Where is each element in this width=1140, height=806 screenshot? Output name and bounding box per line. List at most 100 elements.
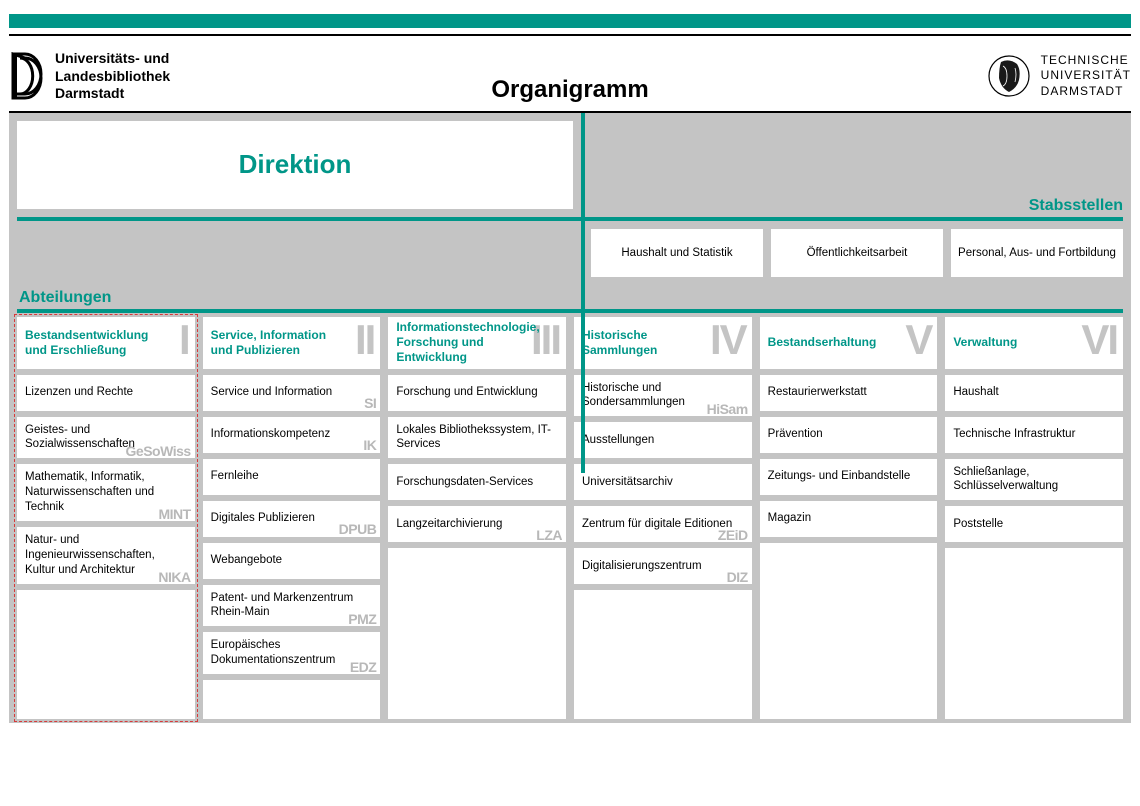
abteilungen-label: Abteilungen <box>19 289 111 307</box>
roman-numeral: I <box>179 319 189 361</box>
logo-line: Landesbibliothek <box>55 68 170 86</box>
department-header: VBestandserhaltung <box>760 317 938 369</box>
departments-grid: IBestandsentwicklung und Erschließung Liz… <box>17 317 1123 719</box>
unit-label: Langzeitarchivierung <box>396 517 502 532</box>
department-column-6: VI Verwaltung Haushalt Technische Infrastru… <box>945 317 1123 719</box>
department-column-2: IIService, Information und PublizierenSe… <box>203 317 381 719</box>
empty-cell <box>945 548 1123 718</box>
unit-label: Digitales Publizieren <box>211 511 315 526</box>
top-brand-bar <box>9 14 1131 28</box>
stabs-item: Haushalt und Statistik <box>591 229 763 277</box>
direktion-box: Direktion <box>17 121 573 209</box>
department-header: IIIInformationstechnologie, Forschung un… <box>388 317 566 369</box>
department-header: IV Historische Sammlungen <box>574 317 752 369</box>
unit-label: Digitalisierungszentrum <box>582 559 702 574</box>
empty-cell <box>17 590 195 719</box>
unit-label: Forschung und Entwicklung <box>396 385 537 400</box>
unit-label: Schließanlage, Schlüsselverwaltung <box>953 465 1115 495</box>
unit-label: Fernleihe <box>211 469 259 484</box>
department-unit: Technische Infrastruktur <box>945 417 1123 453</box>
unit-label: Zentrum für digitale Editionen <box>582 517 732 532</box>
department-unit: Schließanlage, Schlüsselverwaltung <box>945 459 1123 501</box>
unit-label: Poststelle <box>953 517 1003 532</box>
unit-label: Ausstellungen <box>582 433 654 448</box>
unit-label: Restaurierwerkstatt <box>768 385 867 400</box>
department-unit: Universitätsarchiv <box>574 464 752 500</box>
unit-abbr: PMZ <box>348 610 376 628</box>
logo-line: DARMSTADT <box>1041 84 1131 100</box>
unit-label: Lizenzen und Rechte <box>25 385 133 400</box>
unit-label: Prävention <box>768 427 823 442</box>
unit-abbr: LZA <box>536 526 562 544</box>
department-unit: Zentrum für digitale EditionenZEiD <box>574 506 752 542</box>
department-unit: Historische und SondersammlungenHiSam <box>574 375 752 417</box>
stabsstellen-row: Haushalt und Statistik Öffentlichkeitsar… <box>591 229 1123 277</box>
empty-cell <box>760 543 938 719</box>
department-title: Informationstechnologie, Forschung und E… <box>396 320 516 365</box>
department-unit: Geistes- und SozialwissenschaftenGeSoWis… <box>17 417 195 459</box>
department-unit: Restaurierwerkstatt <box>760 375 938 411</box>
university-logo: TECHNISCHE UNIVERSITÄT DARMSTADT <box>987 53 1131 100</box>
department-column-3: IIIInformationstechnologie, Forschung un… <box>388 317 566 719</box>
department-unit: Fernleihe <box>203 459 381 495</box>
unit-label: Webangebote <box>211 553 282 568</box>
unit-abbr: GeSoWiss <box>126 442 191 460</box>
org-chart: Direktion Stabsstellen Haushalt und Stat… <box>9 113 1131 723</box>
unit-label: Europäisches Dokumentationszentrum <box>211 638 373 668</box>
vertical-divider <box>581 113 585 473</box>
logo-line: Universitäts- und <box>55 50 170 68</box>
library-logo-text: Universitäts- und Landesbibliothek Darms… <box>55 50 170 103</box>
roman-numeral: V <box>905 319 931 361</box>
unit-label: Service und Information <box>211 385 332 400</box>
department-unit: Prävention <box>760 417 938 453</box>
department-unit: Ausstellungen <box>574 422 752 458</box>
department-unit: Webangebote <box>203 543 381 579</box>
unit-abbr: DIZ <box>727 568 748 586</box>
department-unit: Langzeitarchivierung LZA <box>388 506 566 542</box>
department-column-5: VBestandserhaltung Restaurierwerkstatt Prä… <box>760 317 938 719</box>
direktion-title: Direktion <box>239 149 352 180</box>
department-title: Historische Sammlungen <box>582 328 702 358</box>
unit-label: Zeitungs- und Einbandstelle <box>768 469 911 484</box>
unit-abbr: IK <box>363 436 376 454</box>
empty-cell <box>574 590 752 718</box>
department-header: IIService, Information und Publizieren <box>203 317 381 369</box>
empty-cell <box>388 548 566 718</box>
unit-label: Magazin <box>768 511 811 526</box>
department-column-1: IBestandsentwicklung und Erschließung Liz… <box>17 317 195 719</box>
department-unit: Lokales Bibliothekssystem, IT-Services <box>388 417 566 459</box>
department-unit: Europäisches DokumentationszentrumEDZ <box>203 632 381 674</box>
department-unit: Forschung und Entwicklung <box>388 375 566 411</box>
unit-abbr: DPUB <box>339 520 377 538</box>
department-column-4: IV Historische Sammlungen Historische und … <box>574 317 752 719</box>
stabs-item: Personal, Aus- und Fortbildung <box>951 229 1123 277</box>
department-header: IBestandsentwicklung und Erschließung <box>17 317 195 369</box>
department-unit: Digitalisierungszentrum DIZ <box>574 548 752 584</box>
department-unit: Service und Information SI <box>203 375 381 411</box>
logo-line: UNIVERSITÄT <box>1041 68 1131 84</box>
logo-line: TECHNISCHE <box>1041 53 1131 69</box>
horizontal-divider-stabs <box>17 217 1123 221</box>
department-title: Service, Information und Publizieren <box>211 328 331 358</box>
unit-label: Forschungsdaten-Services <box>396 475 533 490</box>
stabsstellen-label: Stabsstellen <box>1029 197 1123 215</box>
department-unit: Informationskompetenz IK <box>203 417 381 453</box>
roman-numeral: IV <box>710 319 746 361</box>
header: Universitäts- und Landesbibliothek Darms… <box>0 36 1140 111</box>
unit-abbr: NIKA <box>158 568 190 586</box>
unit-label: Technische Infrastruktur <box>953 427 1075 442</box>
unit-label: Informationskompetenz <box>211 427 331 442</box>
library-logo: Universitäts- und Landesbibliothek Darms… <box>9 50 170 103</box>
unit-abbr: MINT <box>158 505 190 523</box>
department-unit: Forschungsdaten-Services <box>388 464 566 500</box>
university-logo-text: TECHNISCHE UNIVERSITÄT DARMSTADT <box>1041 53 1131 100</box>
department-unit: Magazin <box>760 501 938 537</box>
department-header: VI Verwaltung <box>945 317 1123 369</box>
roman-numeral: VI <box>1081 319 1117 361</box>
unit-abbr: EDZ <box>350 658 377 676</box>
unit-label: Haushalt <box>953 385 998 400</box>
department-title: Verwaltung <box>953 335 1017 350</box>
department-unit: Haushalt <box>945 375 1123 411</box>
department-unit: Mathematik, Informatik, Naturwissenschaf… <box>17 464 195 521</box>
unit-abbr: SI <box>364 394 376 412</box>
